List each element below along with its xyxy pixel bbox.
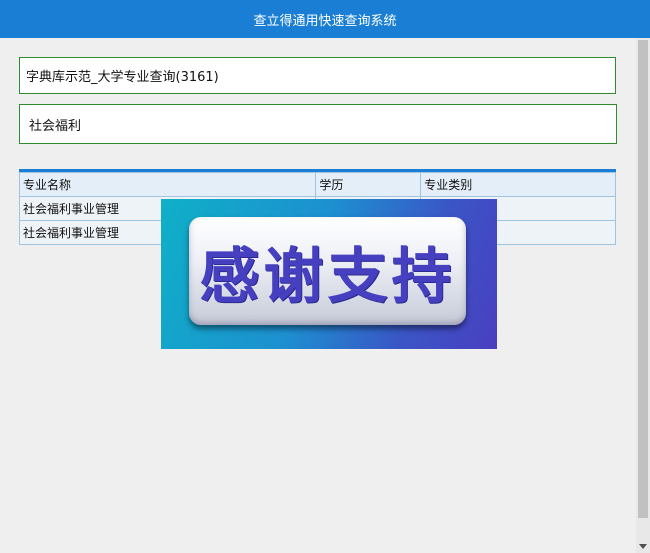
- dataset-title: 字典库示范_大学专业查询(3161): [26, 70, 219, 85]
- window-title: 查立得通用快速查询系统: [253, 13, 397, 29]
- banner-plate: 感谢支持: [189, 217, 466, 325]
- search-query-text: 社会福利: [29, 118, 82, 134]
- thanks-banner: 感谢支持: [161, 199, 497, 349]
- triangle-down-icon[interactable]: [636, 541, 650, 551]
- title-bar: 查立得通用快速查询系统: [0, 0, 650, 38]
- banner-text: 感谢支持: [199, 241, 456, 312]
- vertical-scrollbar[interactable]: [636, 38, 650, 553]
- table-header-row: 专业名称 学历 专业类别: [18, 172, 616, 197]
- column-header-major-name[interactable]: 专业名称: [18, 172, 317, 197]
- search-input[interactable]: 社会福利: [19, 104, 617, 144]
- scrollbar-thumb[interactable]: [638, 40, 648, 518]
- dataset-title-box: 字典库示范_大学专业查询(3161): [19, 57, 616, 94]
- column-header-degree[interactable]: 学历: [315, 172, 422, 197]
- column-header-category[interactable]: 专业类别: [420, 172, 616, 197]
